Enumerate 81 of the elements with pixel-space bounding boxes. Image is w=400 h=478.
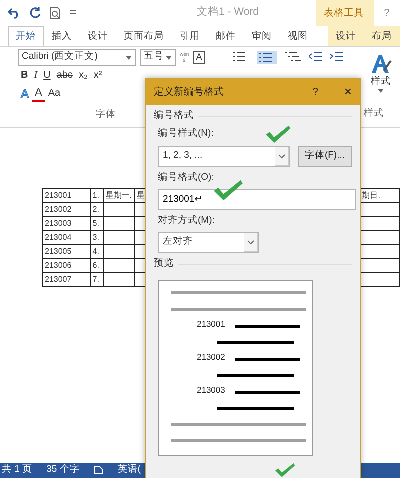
table-cell: 星期一. (106, 190, 132, 200)
table-cell: 星 (136, 190, 145, 200)
preview-line (235, 325, 300, 328)
redo-icon[interactable] (30, 7, 42, 19)
table-cell: 213004 (45, 232, 72, 242)
table-cell: 213005 (45, 246, 72, 256)
increase-indent-icon[interactable] (330, 51, 343, 62)
preview-number: 213001 (197, 318, 226, 331)
font-name-field[interactable]: Calibri (西文正文) (18, 49, 136, 66)
context-title: 表格工具 (324, 6, 364, 20)
table-cell: 213003 (45, 218, 72, 228)
dropdown-arrow-icon[interactable] (244, 233, 258, 252)
table-cell: 1. (92, 190, 100, 200)
number-format-field[interactable]: 213001↵ (158, 188, 356, 210)
preview-line (235, 358, 300, 361)
status-item[interactable]: 共 1 页 (2, 463, 33, 478)
dialog-title: 定义新编号格式 (154, 86, 225, 100)
decrease-indent-icon[interactable] (309, 51, 322, 62)
ribbon-tab[interactable]: 设计 (328, 26, 364, 46)
table-cell: 213002 (45, 204, 72, 214)
alignment-dropdown[interactable]: 左对齐 (158, 232, 259, 253)
table-cell: 4. (92, 246, 100, 256)
group-label: 字体 (96, 109, 116, 120)
format-button[interactable]: abc (54, 69, 76, 83)
format-button[interactable]: x² (90, 69, 106, 83)
help-button[interactable]: ? (312, 84, 318, 100)
status-item[interactable]: 35 个字 (46, 463, 80, 478)
table-cell: 2. (92, 204, 100, 214)
table-cell: 213007 (45, 274, 72, 284)
dropdown-arrow-icon[interactable] (378, 89, 384, 94)
customize-menu-icon[interactable] (70, 10, 76, 16)
group-label: 样式 (364, 106, 384, 121)
table-cell: 3. (92, 232, 100, 242)
preview-line (235, 391, 300, 394)
window-title: 文档1 - Word (196, 6, 260, 18)
status-item[interactable]: 英语( (118, 463, 141, 478)
styles-button[interactable]: 样式 (371, 75, 391, 90)
format-button[interactable]: x₂ (76, 69, 91, 83)
ribbon-tab[interactable]: 插入 (44, 26, 80, 46)
dropdown-arrow-icon[interactable] (126, 56, 132, 60)
table-cell: 7. (92, 274, 100, 284)
character-border-button[interactable]: A (193, 51, 206, 64)
table-cell: 5. (92, 218, 100, 228)
ribbon-tab[interactable]: 开始 (8, 26, 44, 46)
table-cell: 期日. (362, 190, 380, 200)
check-mark-icon (274, 462, 296, 478)
help-button[interactable]: ? (384, 8, 390, 18)
font-effect-button[interactable]: Aa (45, 87, 64, 101)
numbered-list-icon[interactable] (257, 51, 277, 64)
ribbon-tab[interactable]: 布局 (364, 26, 400, 46)
table-cell: 213006 (45, 260, 72, 270)
ribbon-tab[interactable]: 页面布局 (116, 26, 172, 46)
dropdown-arrow-icon[interactable] (274, 146, 289, 166)
ribbon-tab[interactable]: 引用 (172, 26, 208, 46)
numbering-style-dropdown[interactable]: 1, 2, 3, ... (158, 146, 290, 166)
table-cell: 6. (92, 260, 100, 270)
print-preview-icon[interactable] (50, 6, 62, 20)
preview-number: 213002 (197, 351, 226, 364)
styles-icon[interactable] (370, 53, 392, 75)
ribbon-tab[interactable]: 设计 (80, 26, 116, 46)
font-size-field[interactable]: 五号 (140, 49, 176, 66)
field-label: 对齐方式(M): (158, 214, 215, 228)
ribbon-tab[interactable]: 邮件 (208, 26, 244, 46)
proofing-icon[interactable] (94, 466, 104, 475)
check-mark-icon (212, 178, 244, 202)
field-label: 编号样式(N): (158, 127, 214, 142)
section-heading: 编号格式 (154, 109, 194, 123)
format-button[interactable]: I (31, 69, 41, 83)
table-cell: 213001 (45, 190, 72, 200)
format-button[interactable]: B (18, 69, 32, 83)
font-effect-button[interactable]: A (32, 86, 46, 102)
preview-number: 213003 (197, 384, 226, 397)
ribbon-tab[interactable]: 审阅 (244, 26, 280, 46)
multilevel-list-icon[interactable] (285, 51, 301, 62)
field-label: 编号格式(O): (158, 170, 214, 184)
ribbon-tab[interactable]: 视图 (280, 26, 316, 46)
format-button[interactable]: U (40, 69, 54, 83)
font-button[interactable]: 字体(F)... (298, 146, 352, 166)
close-button[interactable]: × (344, 86, 352, 98)
dropdown-arrow-icon[interactable] (166, 56, 172, 60)
section-heading: 预览 (154, 257, 174, 271)
